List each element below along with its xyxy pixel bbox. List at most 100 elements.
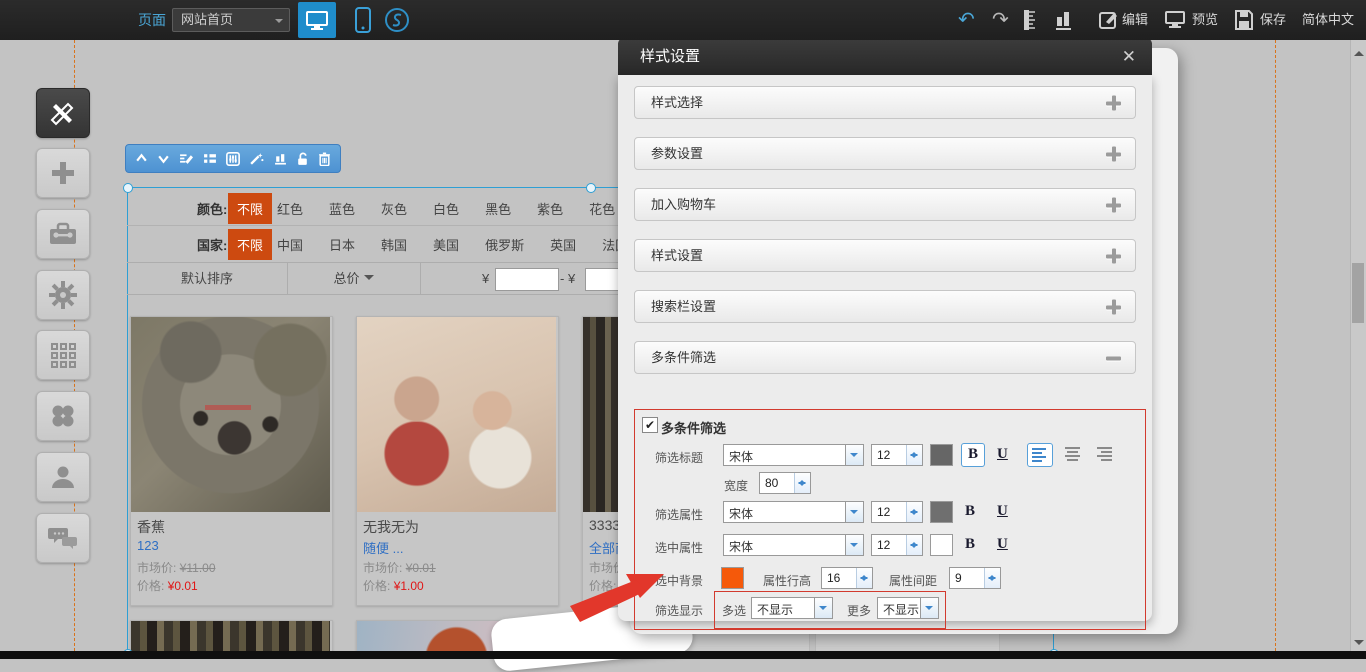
expand-plus-icon[interactable]: [1106, 95, 1121, 110]
undo-icon[interactable]: ↶: [958, 0, 975, 40]
chevron-down-icon[interactable]: [845, 535, 863, 555]
section-add-to-cart[interactable]: 加入购物车: [634, 188, 1136, 221]
filter-option[interactable]: 日本: [329, 235, 355, 254]
stepper-arrows-icon[interactable]: [794, 473, 810, 493]
filter-option[interactable]: 花色: [589, 199, 615, 218]
multi-select-dropdown[interactable]: 不显示: [751, 597, 833, 619]
font-size-stepper[interactable]: 12: [871, 534, 923, 556]
filter-option[interactable]: 中国: [277, 235, 303, 254]
filter-option[interactable]: 英国: [550, 235, 576, 254]
save-icon[interactable]: [1234, 9, 1254, 31]
font-size-stepper[interactable]: 12: [871, 501, 923, 523]
collapse-minus-icon[interactable]: [1106, 350, 1121, 365]
mobile-view-button[interactable]: [344, 2, 382, 38]
align-right-button[interactable]: [1093, 443, 1117, 465]
stats-icon[interactable]: [274, 152, 287, 165]
underline-button[interactable]: U: [997, 503, 1008, 520]
chevron-down-icon[interactable]: [845, 445, 863, 465]
desktop-view-button[interactable]: [298, 2, 336, 38]
product-link[interactable]: 随便 ...: [363, 538, 403, 557]
font-color-swatch[interactable]: [930, 444, 953, 466]
save-label[interactable]: 保存: [1260, 0, 1286, 40]
sidebar-item-widgets[interactable]: [36, 391, 90, 441]
move-up-icon[interactable]: [135, 152, 148, 165]
filter-option[interactable]: 灰色: [381, 199, 407, 218]
chevron-down-icon[interactable]: [814, 598, 832, 618]
font-color-swatch[interactable]: [930, 534, 953, 556]
scrollbar-thumb[interactable]: [1352, 263, 1364, 323]
sidebar-item-member[interactable]: [36, 452, 90, 502]
move-down-icon[interactable]: [157, 152, 170, 165]
font-select[interactable]: 宋体: [723, 444, 864, 466]
edit-icon[interactable]: [1098, 9, 1118, 31]
font-color-swatch[interactable]: [930, 501, 953, 523]
product-image-koala[interactable]: [131, 317, 330, 512]
sidebar-item-add[interactable]: [36, 148, 90, 198]
sort-total-price[interactable]: 总价: [287, 263, 421, 294]
stepper-arrows-icon[interactable]: [856, 568, 872, 588]
bold-button[interactable]: B: [965, 536, 975, 553]
more-dropdown[interactable]: 不显示: [877, 597, 939, 619]
enable-checkbox[interactable]: ✔: [642, 417, 658, 433]
chevron-down-icon[interactable]: [920, 598, 938, 618]
filter-chip-selected[interactable]: 不限: [228, 229, 272, 260]
section-style-settings[interactable]: 样式设置: [634, 239, 1136, 272]
product-image-forest[interactable]: [131, 621, 330, 652]
edit-style-icon[interactable]: [179, 152, 193, 165]
edit-label[interactable]: 编辑: [1122, 0, 1148, 40]
scroll-down-icon[interactable]: [1354, 640, 1364, 650]
stepper-arrows-icon[interactable]: [906, 445, 922, 465]
filter-option[interactable]: 红色: [277, 199, 303, 218]
expand-plus-icon[interactable]: [1106, 146, 1121, 161]
expand-plus-icon[interactable]: [1106, 197, 1121, 212]
link-style-button[interactable]: [378, 2, 416, 38]
product-title[interactable]: 无我无为: [363, 517, 419, 537]
line-height-stepper[interactable]: 16: [821, 567, 873, 589]
unlock-icon[interactable]: [296, 152, 309, 166]
font-select[interactable]: 宋体: [723, 501, 864, 523]
preview-label[interactable]: 预览: [1192, 0, 1218, 40]
list-manage-icon[interactable]: [203, 152, 217, 165]
spacing-stepper[interactable]: 9: [949, 567, 1001, 589]
window-scrollbar[interactable]: [1350, 40, 1366, 651]
language-switch[interactable]: 简体中文: [1302, 0, 1354, 40]
sidebar-item-chat[interactable]: [36, 513, 90, 563]
product-link[interactable]: 123: [137, 538, 159, 553]
underline-button[interactable]: U: [997, 446, 1008, 463]
expand-plus-icon[interactable]: [1106, 299, 1121, 314]
page-select-dropdown[interactable]: 网站首页: [172, 8, 290, 32]
selection-handle-top-mid[interactable]: [586, 183, 596, 193]
sidebar-item-toolbox[interactable]: [36, 209, 90, 259]
redo-icon[interactable]: ↷: [992, 0, 1009, 40]
stepper-arrows-icon[interactable]: [906, 535, 922, 555]
bold-button[interactable]: B: [961, 443, 985, 467]
magic-wand-icon[interactable]: [249, 152, 264, 166]
filter-chip-selected[interactable]: 不限: [228, 193, 272, 224]
align-left-button[interactable]: [1027, 443, 1053, 467]
underline-button[interactable]: U: [997, 536, 1008, 553]
close-icon[interactable]: ✕: [1122, 38, 1136, 75]
selected-bg-color-swatch[interactable]: [721, 567, 744, 589]
filter-option[interactable]: 韩国: [381, 235, 407, 254]
stats-icon[interactable]: [1054, 9, 1074, 31]
bold-button[interactable]: B: [965, 503, 975, 520]
filter-option[interactable]: 美国: [433, 235, 459, 254]
section-parameters[interactable]: 参数设置: [634, 137, 1136, 170]
price-min-input[interactable]: [495, 268, 559, 291]
stepper-arrows-icon[interactable]: [906, 502, 922, 522]
section-multi-filter[interactable]: 多条件筛选: [634, 341, 1136, 374]
sidebar-item-modules[interactable]: [36, 330, 90, 380]
expand-plus-icon[interactable]: [1106, 248, 1121, 263]
stepper-arrows-icon[interactable]: [984, 568, 1000, 588]
filter-option[interactable]: 黑色: [485, 199, 511, 218]
product-title[interactable]: 3333: [589, 517, 620, 533]
filter-option[interactable]: 紫色: [537, 199, 563, 218]
chevron-down-icon[interactable]: [845, 502, 863, 522]
section-search-bar[interactable]: 搜索栏设置: [634, 290, 1136, 323]
settings-sliders-icon[interactable]: [226, 152, 240, 166]
selection-handle-top-left[interactable]: [123, 183, 133, 193]
filter-option[interactable]: 白色: [433, 199, 459, 218]
product-card[interactable]: 香蕉 123 市场价: ¥11.00 价格: ¥0.01: [130, 316, 333, 606]
delete-trash-icon[interactable]: [318, 152, 331, 166]
product-card[interactable]: [130, 620, 333, 653]
